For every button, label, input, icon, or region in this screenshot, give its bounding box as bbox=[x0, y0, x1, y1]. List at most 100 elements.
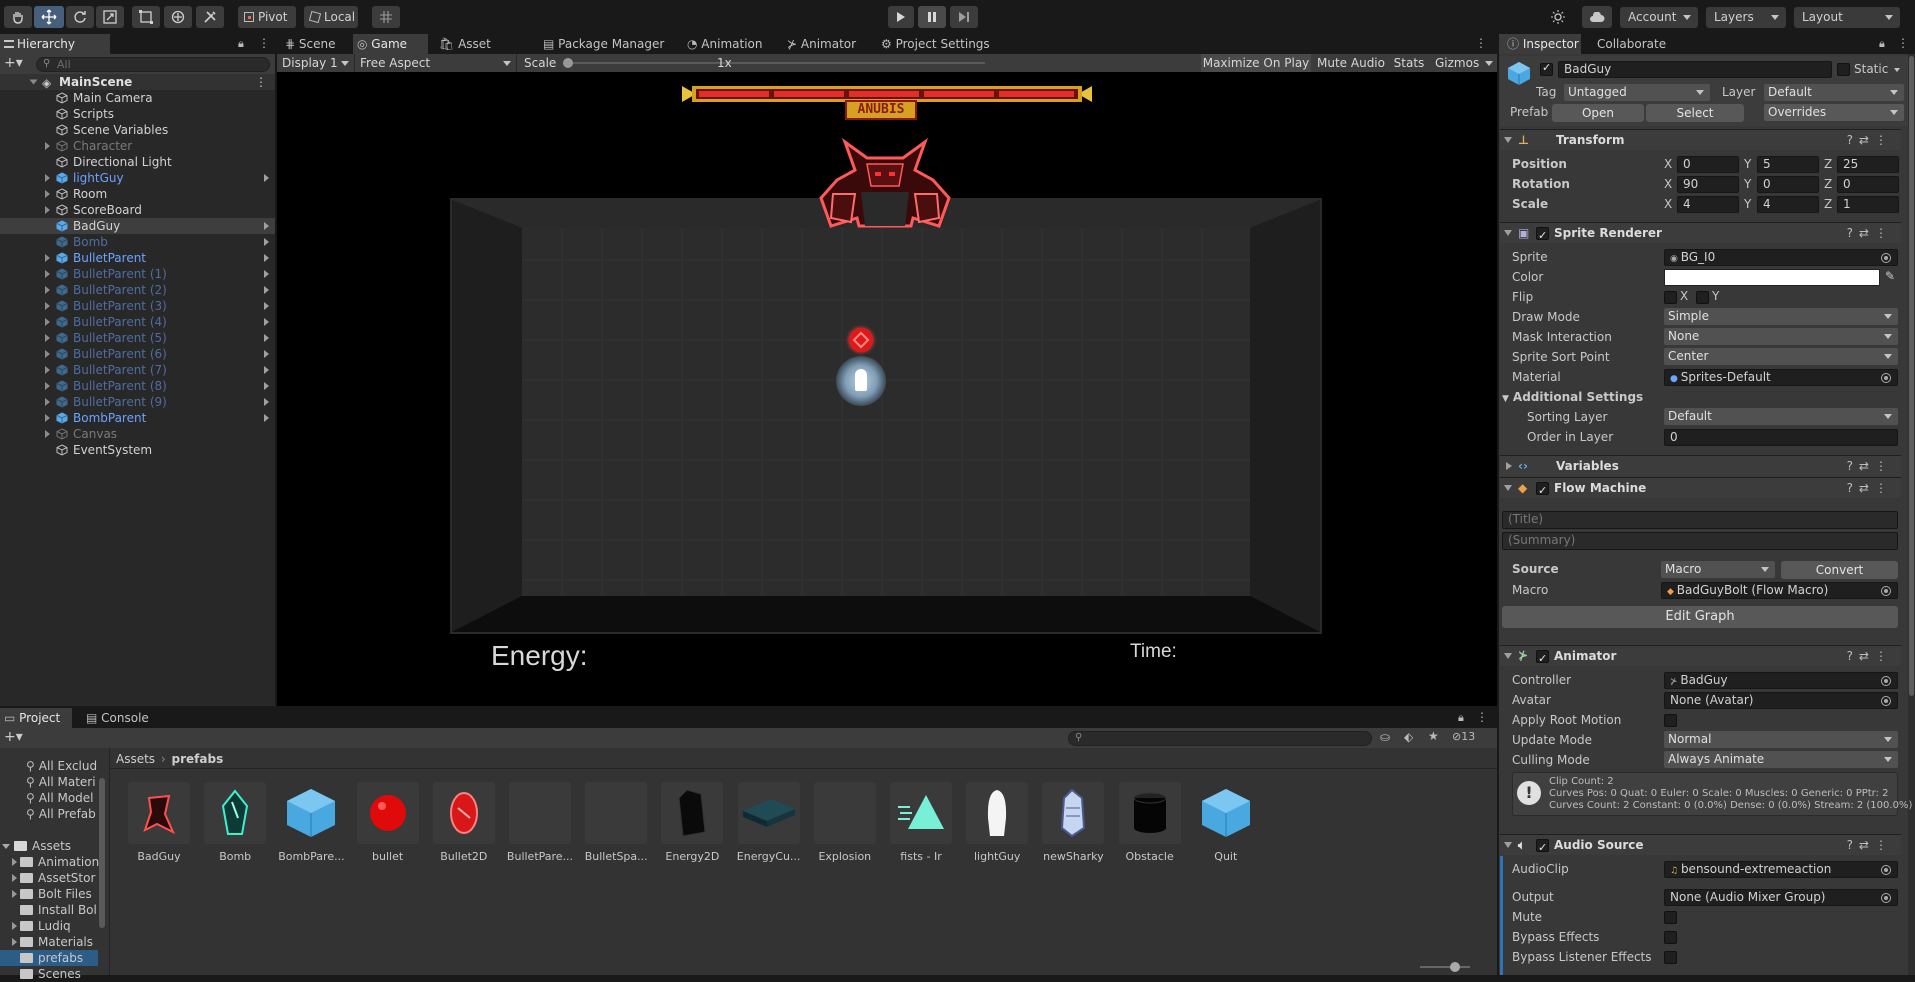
expand-arrow[interactable] bbox=[45, 334, 50, 342]
scl-x-field[interactable]: 4 bbox=[1677, 196, 1739, 213]
hierarchy-item[interactable]: Scene Variables bbox=[0, 122, 275, 138]
axis-y-label[interactable]: Y bbox=[1744, 157, 1751, 171]
prefab-open-arrow[interactable] bbox=[264, 318, 269, 326]
grid-snap-button[interactable] bbox=[372, 6, 400, 28]
assets-expand-arrow[interactable] bbox=[2, 844, 10, 849]
flip-x-checkbox[interactable] bbox=[1664, 291, 1677, 304]
collapse-arrow[interactable] bbox=[1504, 230, 1512, 236]
assets-root[interactable]: Assets bbox=[2, 838, 71, 854]
axis-x-label[interactable]: X bbox=[1664, 197, 1672, 211]
scl-y-field[interactable]: 4 bbox=[1757, 196, 1819, 213]
pivot-toggle[interactable]: Pivot bbox=[238, 6, 296, 28]
rotate-tool-button[interactable] bbox=[66, 6, 94, 28]
hierarchy-item[interactable]: BulletParent bbox=[0, 250, 275, 266]
game-view[interactable]: ANUBIS Energy: Time: bbox=[277, 72, 1497, 706]
static-checkbox[interactable] bbox=[1837, 63, 1850, 76]
prefab-overrides-dropdown[interactable]: Overrides bbox=[1764, 104, 1904, 121]
hierarchy-item[interactable]: ScoreBoard bbox=[0, 202, 275, 218]
edit-graph-button[interactable]: Edit Graph bbox=[1502, 606, 1898, 628]
prefab-open-arrow[interactable] bbox=[264, 366, 269, 374]
transform-header[interactable]: ⊥ Transform ?⇄⋮ bbox=[1500, 129, 1901, 150]
object-picker-icon[interactable] bbox=[1881, 865, 1891, 875]
collapse-arrow[interactable] bbox=[1504, 653, 1512, 659]
project-folder-item[interactable]: Materials bbox=[0, 934, 98, 950]
hidden-packages-icon[interactable]: ⊘13 bbox=[1452, 730, 1475, 743]
account-dropdown[interactable]: Account bbox=[1620, 7, 1698, 28]
center-menu-icon[interactable]: ⋮ bbox=[1475, 36, 1487, 50]
expand-arrow[interactable] bbox=[45, 398, 50, 406]
scl-z-field[interactable]: 1 bbox=[1837, 196, 1899, 213]
prefab-open-button[interactable]: Open bbox=[1552, 104, 1644, 122]
favorite-search-item[interactable]: ⚲ All Materi bbox=[26, 774, 96, 790]
tab-collaborate[interactable]: Collaborate bbox=[1593, 34, 1673, 54]
pos-z-field[interactable]: 25 bbox=[1837, 156, 1899, 173]
flow-title-input[interactable]: (Title) bbox=[1502, 511, 1898, 529]
color-swatch[interactable] bbox=[1664, 269, 1880, 286]
hierarchy-item[interactable]: BulletParent (9) bbox=[0, 394, 275, 410]
apply-root-motion-checkbox[interactable] bbox=[1664, 714, 1677, 727]
tab-project-settings[interactable]: ⚙ Project Settings bbox=[877, 34, 997, 54]
expand-arrow[interactable] bbox=[45, 302, 50, 310]
hierarchy-item[interactable]: BulletParent (1) bbox=[0, 266, 275, 282]
search-by-label-icon[interactable]: ⬖ bbox=[1404, 730, 1413, 744]
flow-summary-input[interactable]: (Summary) bbox=[1502, 532, 1898, 550]
pause-button[interactable] bbox=[918, 6, 946, 28]
tab-game[interactable]: ◎ Game bbox=[353, 34, 428, 54]
animator-header[interactable]: ⊁ Animator ?⇄⋮ bbox=[1500, 645, 1901, 669]
eyedropper-icon[interactable]: ✎ bbox=[1885, 269, 1895, 283]
project-folder-item[interactable]: Scenes bbox=[0, 966, 98, 982]
play-button[interactable] bbox=[888, 6, 914, 28]
hierarchy-item[interactable]: BulletParent (4) bbox=[0, 314, 275, 330]
component-icons[interactable]: ?⇄⋮ bbox=[1847, 456, 1893, 477]
collapse-arrow[interactable] bbox=[1504, 485, 1512, 491]
bypass-effects-checkbox[interactable] bbox=[1664, 931, 1677, 944]
hierarchy-item[interactable]: Scripts bbox=[0, 106, 275, 122]
tree-scrollbar[interactable] bbox=[99, 778, 105, 928]
hand-tool-button[interactable] bbox=[4, 6, 32, 28]
stats-toggle[interactable]: Stats bbox=[1389, 54, 1429, 72]
lock-icon[interactable]: 🔒︎ bbox=[238, 37, 244, 51]
expand-arrow[interactable] bbox=[45, 270, 50, 278]
axis-z-label[interactable]: Z bbox=[1824, 197, 1832, 211]
prefab-open-arrow[interactable] bbox=[264, 286, 269, 294]
order-in-layer-field[interactable]: 0 bbox=[1664, 429, 1898, 446]
project-add-icon[interactable]: +▾ bbox=[4, 729, 23, 745]
breadcrumb-prefabs[interactable]: prefabs bbox=[172, 752, 224, 766]
hierarchy-item[interactable]: Directional Light bbox=[0, 154, 275, 170]
custom-tool-button[interactable] bbox=[196, 6, 224, 28]
macro-field[interactable]: ◆ BadGuyBolt (Flow Macro) bbox=[1661, 582, 1898, 599]
cloud-button[interactable] bbox=[1582, 6, 1612, 28]
hierarchy-item[interactable]: BulletParent (2) bbox=[0, 282, 275, 298]
object-picker-icon[interactable] bbox=[1881, 373, 1891, 383]
expand-arrow[interactable] bbox=[45, 318, 50, 326]
prefab-select-button[interactable]: Select bbox=[1646, 104, 1744, 122]
tab-scene[interactable]: ⋕ Scene bbox=[281, 34, 351, 54]
hierarchy-item[interactable]: Main Camera bbox=[0, 90, 275, 106]
object-picker-icon[interactable] bbox=[1881, 586, 1891, 596]
object-name-field[interactable]: BadGuy bbox=[1558, 61, 1832, 78]
avatar-field[interactable]: None (Avatar) bbox=[1664, 692, 1898, 709]
object-picker-icon[interactable] bbox=[1881, 676, 1891, 686]
sprite-field[interactable]: ◉ BG_I0 bbox=[1664, 249, 1898, 266]
expand-arrow[interactable] bbox=[45, 366, 50, 374]
hierarchy-search-input[interactable]: ⚲ All bbox=[36, 57, 270, 72]
project-menu-icon[interactable]: ⋮ bbox=[1476, 710, 1488, 724]
pos-y-field[interactable]: 5 bbox=[1757, 156, 1819, 173]
component-icons[interactable]: ?⇄⋮ bbox=[1847, 646, 1893, 667]
axis-z-label[interactable]: Z bbox=[1824, 157, 1832, 171]
hierarchy-item[interactable]: BulletParent (3) bbox=[0, 298, 275, 314]
layer-dropdown[interactable]: Default bbox=[1764, 84, 1904, 101]
hierarchy-item[interactable]: Character bbox=[0, 138, 275, 154]
kebab-menu-icon[interactable]: ⋮ bbox=[258, 36, 270, 50]
tab-asset-store[interactable]: 🛍︎ Asset Store bbox=[435, 34, 525, 71]
additional-settings-foldout[interactable]: ▼ Additional Settings bbox=[1502, 389, 1643, 406]
favorite-search-item[interactable]: ⚲ All Exclud bbox=[26, 758, 97, 774]
audioclip-field[interactable]: ♫ bensound-extremeaction bbox=[1664, 861, 1898, 878]
rot-x-field[interactable]: 90 bbox=[1677, 176, 1739, 193]
component-icons[interactable]: ?⇄⋮ bbox=[1847, 478, 1893, 499]
sprite-renderer-enabled-checkbox[interactable] bbox=[1536, 225, 1549, 246]
expand-arrow[interactable] bbox=[45, 286, 50, 294]
expand-arrow[interactable] bbox=[45, 382, 50, 390]
favorite-search-item[interactable]: ⚲ All Prefab bbox=[26, 806, 96, 822]
expand-arrow[interactable] bbox=[29, 79, 38, 85]
